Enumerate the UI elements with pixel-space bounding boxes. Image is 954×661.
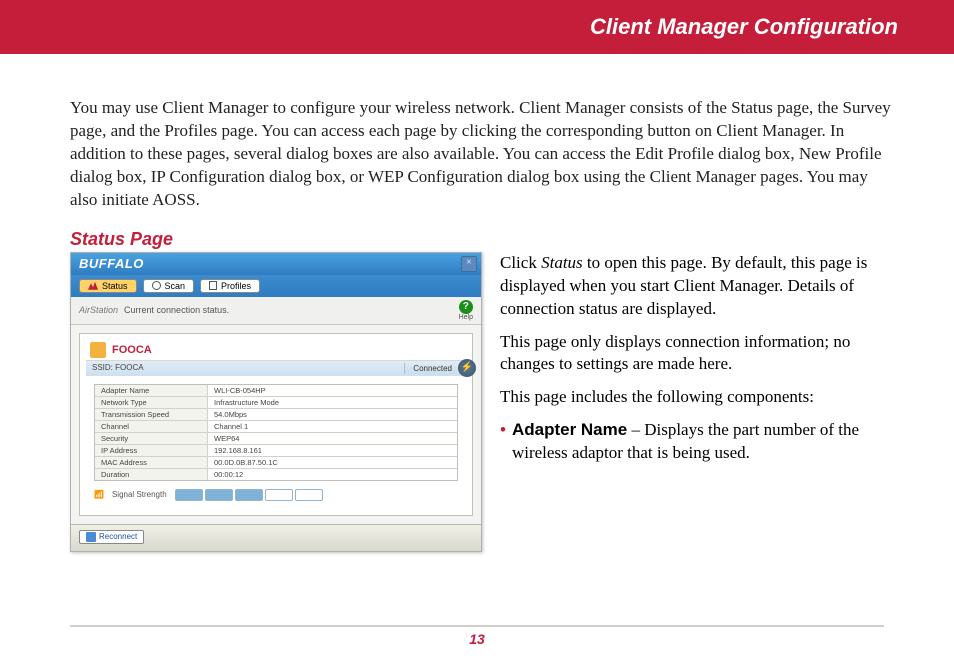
info-table: Adapter NameWLI-CB-054HP Network TypeInf… (94, 384, 458, 481)
help-button[interactable]: ? Help (459, 300, 473, 321)
row-label: Transmission Speed (95, 409, 208, 420)
row-label: Channel (95, 421, 208, 432)
airstation-label: AirStation (79, 305, 118, 315)
page-title: Client Manager Configuration (590, 14, 898, 40)
connection-status-label: Current connection status. (124, 305, 229, 315)
profiles-icon (209, 281, 217, 290)
footer: 13 (0, 625, 954, 647)
help-label: Help (459, 314, 473, 321)
tab-label: Status (102, 281, 128, 291)
close-icon[interactable]: × (461, 256, 477, 272)
row-value: 192.168.8.161 (208, 445, 457, 456)
tab-label: Profiles (221, 281, 251, 291)
ssid-name: FOOCA (112, 344, 152, 356)
brand-logo: BUFFALO (79, 256, 144, 271)
signal-bar (175, 489, 203, 501)
tab-bar: Status Scan Profiles (71, 275, 481, 297)
connected-text: Connected (413, 364, 452, 373)
tab-label: Scan (165, 281, 186, 291)
bullet-item: • Adapter Name – Displays the part numbe… (500, 419, 898, 465)
page-body: You may use Client Manager to configure … (0, 54, 954, 552)
paragraph: Click Status to open this page. By defau… (500, 252, 898, 321)
signal-bar (205, 489, 233, 501)
page-number: 13 (0, 631, 954, 647)
signal-bar (295, 489, 323, 501)
tab-scan[interactable]: Scan (143, 279, 195, 293)
ssid-label: SSID: FOOCA (92, 363, 144, 374)
row-value: Channel 1 (208, 421, 457, 432)
paragraph: This page only displays connection infor… (500, 331, 898, 377)
row-value: 00:00:12 (208, 469, 457, 480)
reconnect-label: Reconnect (99, 532, 137, 541)
row-label: IP Address (95, 445, 208, 456)
reconnect-icon (86, 532, 96, 542)
table-row: SecurityWEP64 (95, 433, 457, 445)
table-row: Transmission Speed54.0Mbps (95, 409, 457, 421)
bullet-icon: • (500, 419, 506, 465)
title-bar: BUFFALO × (71, 253, 481, 275)
row-label: Duration (95, 469, 208, 480)
row-label: Adapter Name (95, 385, 208, 396)
signal-label: Signal Strength (112, 490, 167, 499)
header-band: Client Manager Configuration (0, 0, 954, 54)
row-value: WEP64 (208, 433, 457, 444)
signal-bar (235, 489, 263, 501)
table-row: Network TypeInfrastructure Mode (95, 397, 457, 409)
antenna-icon: 📶 (94, 490, 104, 499)
table-row: IP Address192.168.8.161 (95, 445, 457, 457)
table-row: Duration00:00:12 (95, 469, 457, 480)
ssid-sub-row: SSID: FOOCA Connected ⚡ (86, 361, 466, 376)
lightning-icon: ⚡ (458, 359, 476, 377)
client-manager-screenshot: BUFFALO × Status Scan Profiles (70, 252, 482, 552)
row-label: MAC Address (95, 457, 208, 468)
connection-badge: Connected ⚡ (404, 363, 460, 374)
bottom-bar: Reconnect (71, 524, 481, 551)
table-row: Adapter NameWLI-CB-054HP (95, 385, 457, 397)
two-column-layout: BUFFALO × Status Scan Profiles (70, 252, 898, 552)
ssid-row: FOOCA (86, 340, 466, 361)
ssid-panel: FOOCA SSID: FOOCA Connected ⚡ Adapter Na… (79, 333, 473, 516)
reconnect-button[interactable]: Reconnect (79, 530, 144, 544)
row-value: Infrastructure Mode (208, 397, 457, 408)
network-icon (90, 342, 106, 358)
row-value: WLI-CB-054HP (208, 385, 457, 396)
table-row: ChannelChannel 1 (95, 421, 457, 433)
sub-header: AirStation Current connection status. ? … (71, 297, 481, 325)
footer-rule (70, 625, 884, 627)
paragraph: This page includes the following compone… (500, 386, 898, 409)
tab-status[interactable]: Status (79, 279, 137, 293)
row-label: Network Type (95, 397, 208, 408)
intro-paragraph: You may use Client Manager to configure … (70, 97, 898, 212)
signal-bars (175, 489, 323, 501)
bullet-text: Adapter Name – Displays the part number … (512, 419, 898, 465)
help-icon: ? (459, 300, 473, 314)
signal-strength-row: 📶 Signal Strength (94, 489, 458, 501)
row-value: 00.0D.0B.87.50.1C (208, 457, 457, 468)
signal-bar (265, 489, 293, 501)
tab-profiles[interactable]: Profiles (200, 279, 260, 293)
right-column: Click Status to open this page. By defau… (500, 252, 898, 466)
status-icon (88, 282, 98, 290)
scan-icon (152, 281, 161, 290)
row-label: Security (95, 433, 208, 444)
table-row: MAC Address00.0D.0B.87.50.1C (95, 457, 457, 469)
row-value: 54.0Mbps (208, 409, 457, 420)
section-heading: Status Page (70, 229, 898, 250)
